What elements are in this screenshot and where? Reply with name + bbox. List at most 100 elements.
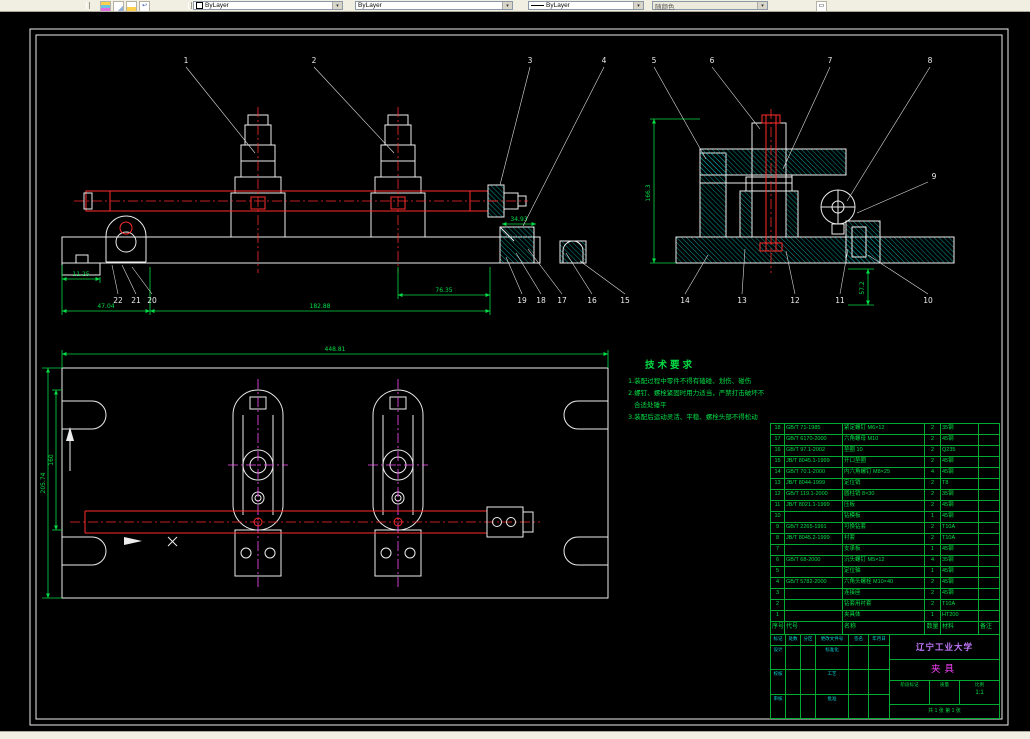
bom-row: 1 夹具体 1 HT200 bbox=[771, 611, 999, 622]
make-current-icon[interactable] bbox=[126, 1, 137, 12]
bom-cell-material: 45钢 bbox=[941, 567, 979, 577]
bom-row: 2 钻套用衬套 2 T10A bbox=[771, 600, 999, 611]
bom-cell-qty: 2 bbox=[925, 490, 941, 500]
title-block-cell: 批准 bbox=[816, 694, 849, 718]
toolbar-grip[interactable] bbox=[86, 2, 90, 9]
bom-cell-material: T10A bbox=[941, 600, 979, 610]
model-space-canvas[interactable]: 11.25 47.04 182.88 76.35 34.93 166.3 57.… bbox=[0, 11, 1030, 731]
title-block-cell bbox=[869, 646, 889, 669]
bom-cell-code: GB/T 71-1985 bbox=[785, 424, 843, 434]
bom-cell-qty: 1 bbox=[925, 611, 941, 621]
bom-cell-qty: 2 bbox=[925, 479, 941, 489]
bom-row: 10 钻模板 1 45钢 bbox=[771, 512, 999, 523]
chevron-down-icon[interactable]: ▾ bbox=[633, 2, 643, 9]
dimension-text: 205.74 bbox=[40, 472, 47, 493]
lineweight-sample-icon bbox=[531, 5, 544, 6]
callout-number: 20 bbox=[147, 296, 157, 305]
title-block-cell bbox=[801, 670, 816, 694]
tech-req-line: 2.螺钉、螺栓紧固时用力适当，严禁打击破坏不 bbox=[628, 388, 765, 397]
bom-cell-qty: 1 bbox=[925, 545, 941, 555]
bom-cell-note bbox=[979, 446, 999, 456]
callout-number: 13 bbox=[737, 296, 747, 305]
chevron-down-icon[interactable]: ▾ bbox=[502, 2, 512, 9]
bom-cell-code bbox=[785, 589, 843, 599]
side-view-dimensions: 166.3 57.2 bbox=[645, 118, 874, 306]
bom-row: 8 JB/T 8045.2-1999 衬套 2 T10A bbox=[771, 534, 999, 545]
lineweight-value: ByLayer bbox=[546, 2, 570, 9]
bom-cell-no: 13 bbox=[771, 479, 785, 489]
layer-previous-icon[interactable]: ↩ bbox=[139, 1, 150, 12]
callout-number: 11 bbox=[835, 296, 845, 305]
bom-cell-name: 内六角螺钉 M8×25 bbox=[843, 468, 925, 478]
toolbar-grip[interactable] bbox=[188, 2, 192, 9]
properties-icon[interactable]: ▭ bbox=[816, 1, 827, 12]
bom-cell-name: 连接座 bbox=[843, 589, 925, 599]
plot-style-value: 随颜色 bbox=[655, 3, 675, 11]
bom-cell-name: 圆柱销 8×30 bbox=[843, 490, 925, 500]
bom-cell-material: T10A bbox=[941, 523, 979, 533]
plan-view bbox=[61, 367, 609, 599]
title-block-cell bbox=[869, 670, 889, 693]
bom-cell-code bbox=[785, 567, 843, 577]
bom-cell-note bbox=[979, 589, 999, 599]
bom-cell-code: JB/T 8021.1-1999 bbox=[785, 501, 843, 511]
bom-row: 5 定位轴 1 45钢 bbox=[771, 567, 999, 578]
layer-manager-icon[interactable] bbox=[100, 1, 111, 12]
bom-row: 13 JB/T 8044-1999 定位销 2 T8 bbox=[771, 479, 999, 490]
bom-cell-material: 45钢 bbox=[941, 512, 979, 522]
callout-number: 3 bbox=[528, 56, 533, 65]
bom-row: 14 GB/T 70.1-2000 内六角螺钉 M8×25 4 45钢 bbox=[771, 468, 999, 479]
bom-row: 18 GB/T 71-1985 紧定螺钉 M6×12 2 35钢 bbox=[771, 424, 999, 435]
color-value: ByLayer bbox=[205, 2, 229, 9]
lineweight-combobox[interactable]: ByLayer ▾ bbox=[528, 1, 644, 10]
bom-cell-no: 4 bbox=[771, 578, 785, 588]
callout-number: 15 bbox=[620, 296, 630, 305]
bom-row: 16 GB/T 97.1-2002 垫圈 10 2 Q235 bbox=[771, 446, 999, 457]
title-block-cell bbox=[786, 646, 801, 670]
linetype-combobox[interactable]: ByLayer ▾ bbox=[355, 1, 513, 10]
bom-cell-material: 35钢 bbox=[941, 490, 979, 500]
bom-cell-code bbox=[785, 512, 843, 522]
bom-row: 4 GB/T 5782-2000 六角头螺栓 M10×40 2 45钢 bbox=[771, 578, 999, 589]
chevron-down-icon[interactable]: ▾ bbox=[332, 2, 342, 9]
bom-row: 17 GB/T 6170-2000 六角螺母 M10 2 45钢 bbox=[771, 435, 999, 446]
layer-color-combobox[interactable]: ByLayer ▾ bbox=[193, 1, 343, 10]
university-name: 辽宁工业大学 bbox=[890, 635, 999, 660]
object-properties-toolbar: ↩ ByLayer ▾ ByLayer ▾ ByLayer ▾ 随颜色 ▾ ▭ bbox=[0, 0, 1030, 12]
bom-cell-material: 45钢 bbox=[941, 589, 979, 599]
bom-cell-note bbox=[979, 512, 999, 522]
callout-number: 22 bbox=[113, 296, 123, 305]
bom-cell-qty: 2 bbox=[925, 424, 941, 434]
bom-cell-code bbox=[785, 600, 843, 610]
scale-value: 1:1 bbox=[975, 689, 984, 696]
layer-states-icon[interactable] bbox=[113, 1, 124, 12]
callout-number: 2 bbox=[312, 56, 317, 65]
chevron-down-icon[interactable]: ▾ bbox=[757, 2, 767, 9]
title-block-cell bbox=[849, 670, 869, 694]
callout-number: 18 bbox=[536, 296, 546, 305]
bom-cell-name: 夹具体 bbox=[843, 611, 925, 621]
bom-cell-qty: 2 bbox=[925, 446, 941, 456]
bom-cell-name: 压板 bbox=[843, 501, 925, 511]
stage-label: 阶段标记 bbox=[900, 682, 919, 687]
bom-cell-no: 6 bbox=[771, 556, 785, 566]
scale-cell: 比例 1:1 bbox=[960, 681, 999, 704]
callout-number: 17 bbox=[557, 296, 567, 305]
bom-cell-qty: 2 bbox=[925, 578, 941, 588]
sheet-count: 共 1 张 第 1 张 bbox=[928, 708, 961, 714]
application-window: ↩ ByLayer ▾ ByLayer ▾ ByLayer ▾ 随颜色 ▾ ▭ bbox=[0, 0, 1030, 739]
dimension-text: 11.25 bbox=[72, 271, 89, 278]
bom-cell-material: HT200 bbox=[941, 611, 979, 621]
title-block-cell: 分区 bbox=[801, 635, 816, 645]
plot-style-combobox[interactable]: 随颜色 ▾ bbox=[652, 1, 768, 11]
bom-cell-qty: 1 bbox=[925, 512, 941, 522]
bom-cell-no: 15 bbox=[771, 457, 785, 467]
title-block-cell: 审核 bbox=[771, 694, 786, 718]
bom-cell-material: T10A bbox=[941, 534, 979, 544]
bom-cell-note bbox=[979, 545, 999, 555]
bom-cell-code: GB/T 68-2000 bbox=[785, 556, 843, 566]
bom-cell-qty: 4 bbox=[925, 556, 941, 566]
title-block-revision-grid: 标记 处数 分区 更改文件号 签名 年月日 设计 标准化 校核 工艺 审核 批准 bbox=[770, 634, 890, 719]
bom-cell-name: 六角头螺栓 M10×40 bbox=[843, 578, 925, 588]
mass-cell: 质量 bbox=[930, 681, 960, 704]
